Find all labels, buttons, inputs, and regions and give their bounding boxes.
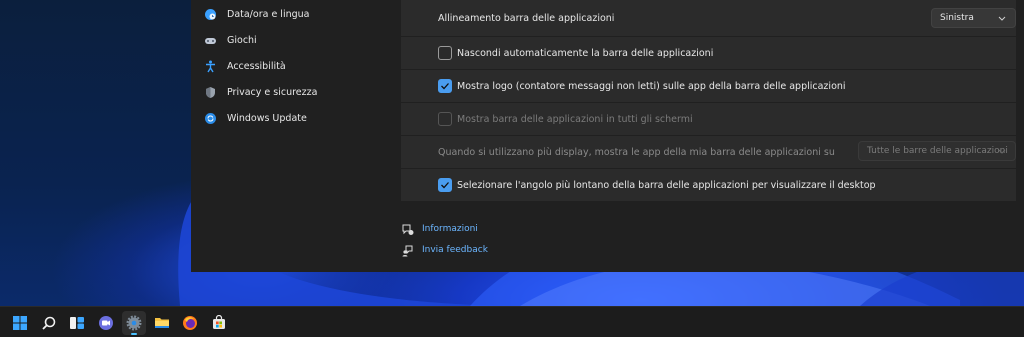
widgets-icon[interactable] — [65, 311, 89, 335]
alignment-dropdown[interactable]: Sinistra — [931, 8, 1016, 28]
teams-chat-icon[interactable] — [94, 311, 118, 335]
globe-clock-icon — [203, 7, 217, 21]
accessibility-icon — [203, 59, 217, 73]
multi-display-label: Quando si utilizzano più display, mostra… — [438, 146, 835, 158]
settings-icon[interactable] — [122, 311, 146, 335]
search-icon[interactable] — [37, 311, 61, 335]
shield-icon — [203, 85, 217, 99]
feedback-link-label: Invia feedback — [422, 245, 488, 255]
active-indicator — [131, 333, 137, 335]
all-displays-row: Mostra barra delle applicazioni in tutti… — [401, 103, 1016, 135]
autohide-checkbox[interactable] — [438, 46, 452, 60]
sidebar-item-accessibility[interactable]: Accessibilità — [203, 55, 393, 77]
microsoft-store-icon[interactable] — [207, 311, 231, 335]
sidebar-item-label: Giochi — [227, 34, 257, 46]
sidebar-item-windows-update[interactable]: Windows Update — [203, 107, 393, 129]
chevron-down-icon — [998, 149, 1006, 154]
corner-row: Selezionare l'angolo più lontano della b… — [401, 169, 1016, 201]
file-explorer-icon[interactable] — [150, 311, 174, 335]
badges-checkbox[interactable] — [438, 79, 452, 93]
firefox-icon[interactable] — [178, 311, 202, 335]
sidebar: Data/ora e lingua Giochi Accessibilità P… — [191, 0, 401, 272]
taskbar-behaviors-panel: Allineamento barra delle applicazioni Si… — [401, 0, 1024, 272]
autohide-row: Nascondi automaticamente la barra delle … — [401, 37, 1016, 69]
chevron-down-icon — [998, 16, 1006, 21]
info-link-label: Informazioni — [422, 224, 478, 234]
taskbar — [0, 306, 1024, 337]
settings-window: Data/ora e lingua Giochi Accessibilità P… — [191, 0, 1024, 272]
alignment-label: Allineamento barra delle applicazioni — [438, 12, 615, 24]
badges-row: Mostra logo (contatore messaggi non lett… — [401, 70, 1016, 102]
sidebar-item-label: Windows Update — [227, 112, 307, 124]
alignment-row: Allineamento barra delle applicazioni Si… — [401, 0, 1016, 36]
update-icon — [203, 111, 217, 125]
badges-label: Mostra logo (contatore messaggi non lett… — [457, 80, 846, 92]
info-link[interactable]: Informazioni — [401, 221, 478, 237]
multi-display-dropdown[interactable]: Tutte le barre delle applicazioni — [858, 141, 1016, 161]
checkmark-icon — [441, 182, 449, 189]
windows-start-icon[interactable] — [8, 311, 32, 335]
sidebar-item-time-language[interactable]: Data/ora e lingua — [203, 3, 393, 25]
multi-display-row: Quando si utilizzano più display, mostra… — [401, 136, 1016, 168]
sidebar-item-label: Accessibilità — [227, 60, 286, 72]
sidebar-item-gaming[interactable]: Giochi — [203, 29, 393, 51]
multi-display-value: Tutte le barre delle applicazioni — [867, 146, 1008, 156]
checkmark-icon — [441, 83, 449, 90]
corner-label: Selezionare l'angolo più lontano della b… — [457, 179, 876, 191]
all-displays-checkbox[interactable] — [438, 112, 452, 126]
help-chat-icon — [402, 224, 414, 235]
alignment-value: Sinistra — [940, 13, 974, 23]
feedback-link[interactable]: Invia feedback — [401, 242, 488, 258]
corner-checkbox[interactable] — [438, 178, 452, 192]
feedback-icon — [402, 245, 413, 256]
sidebar-item-label: Data/ora e lingua — [227, 8, 310, 20]
sidebar-item-label: Privacy e sicurezza — [227, 86, 318, 98]
sidebar-item-privacy[interactable]: Privacy e sicurezza — [203, 81, 393, 103]
gamepad-icon — [203, 33, 217, 47]
all-displays-label: Mostra barra delle applicazioni in tutti… — [457, 113, 693, 125]
autohide-label: Nascondi automaticamente la barra delle … — [457, 47, 714, 59]
